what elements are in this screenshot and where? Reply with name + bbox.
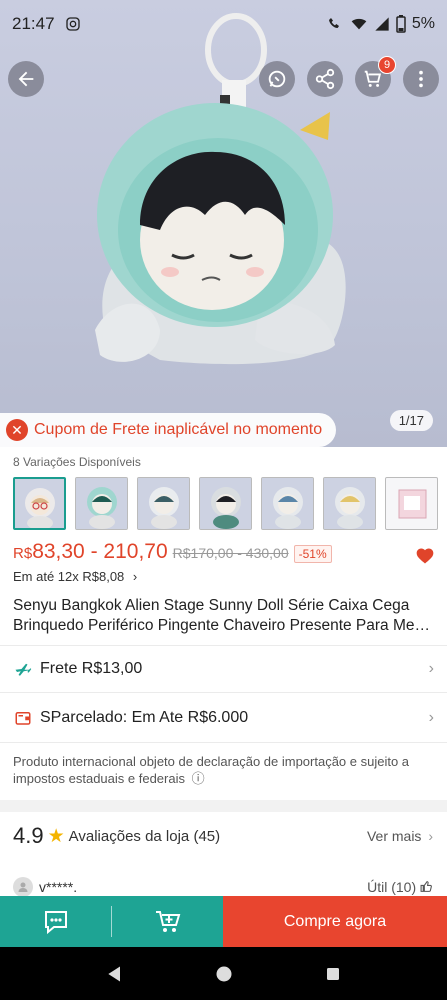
chevron-right-icon: ›	[132, 569, 138, 584]
share-button[interactable]	[307, 61, 343, 97]
wifi-icon	[351, 18, 367, 30]
share-icon	[315, 68, 335, 90]
shipping-row[interactable]: Frete R$13,00 ›	[0, 646, 447, 691]
cart-count-badge: 9	[378, 56, 396, 74]
add-cart-icon	[155, 910, 180, 932]
useful-button[interactable]: Útil (10)	[367, 879, 433, 895]
whatsapp-share-button[interactable]	[259, 61, 295, 97]
installment-text: Em até 12x R$8,08	[13, 569, 125, 584]
chevron-right-icon: ›	[428, 828, 433, 844]
back-button[interactable]	[8, 61, 44, 97]
installment-info[interactable]: Em até 12x R$8,08 ›	[13, 569, 137, 584]
store-rating-label: Avaliações da loja (45)	[68, 827, 221, 845]
variation-thumb[interactable]	[137, 477, 190, 530]
status-time: 21:47	[12, 14, 55, 33]
chat-button[interactable]	[0, 896, 111, 947]
info-icon[interactable]: ⓘ	[192, 771, 205, 786]
more-vertical-icon	[419, 70, 423, 88]
heart-icon[interactable]	[415, 546, 435, 566]
arrow-left-icon	[18, 71, 34, 87]
buy-now-button[interactable]: Compre agora	[223, 896, 447, 947]
variation-thumb[interactable]	[385, 477, 438, 530]
original-price: R$170,00 - 430,00	[172, 545, 289, 561]
variation-thumb[interactable]	[75, 477, 128, 530]
reviewer-name: v*****.	[39, 879, 78, 895]
store-rating-row: 4.9 ★ Avaliações da loja (45) Ver mais ›	[13, 823, 433, 849]
nav-home-icon[interactable]	[214, 964, 234, 984]
variation-thumb[interactable]	[13, 477, 66, 530]
bottom-action-bar: Compre agora	[0, 896, 447, 947]
battery-level: 5%	[411, 15, 435, 32]
price-currency: R$	[13, 545, 33, 562]
chevron-right-icon: ›	[428, 708, 434, 726]
star-icon: ★	[47, 825, 65, 847]
cart-button[interactable]: 9	[355, 56, 396, 97]
thumbs-up-icon	[420, 881, 432, 892]
close-circle-icon: ✕	[6, 419, 28, 441]
variation-thumb[interactable]	[199, 477, 252, 530]
image-page-indicator: 1/17	[389, 410, 433, 431]
user-icon	[18, 882, 28, 892]
status-bar: 21:47 5%	[0, 0, 447, 48]
price-range: R$83,30 - 210,70	[13, 540, 168, 564]
see-more-link[interactable]: Ver mais ›	[367, 828, 433, 844]
nav-back-icon[interactable]	[105, 964, 125, 984]
wifi-call-icon	[328, 18, 339, 28]
signal-icon	[375, 17, 389, 31]
see-more-label: Ver mais	[366, 828, 422, 844]
divider	[0, 742, 447, 743]
useful-label: Útil (10)	[367, 879, 417, 895]
system-nav-bar	[0, 947, 447, 1000]
store-rating-value: 4.9	[13, 823, 44, 848]
discount-badge: -51%	[293, 545, 332, 563]
installments-row[interactable]: SParcelado: Em Ate R$6.000 ›	[0, 693, 447, 742]
import-notice: Produto internacional objeto de declaraç…	[13, 753, 437, 787]
add-to-cart-button[interactable]	[112, 896, 223, 947]
section-separator	[0, 800, 447, 812]
review-preview: v*****. Útil (10)	[13, 877, 433, 897]
instagram-icon	[65, 17, 80, 31]
variation-thumb[interactable]	[323, 477, 376, 530]
product-image-carousel[interactable]: 9 1/17 ✕ Cupom de Frete inaplicável no m…	[0, 0, 447, 447]
variation-thumb[interactable]	[261, 477, 314, 530]
chevron-right-icon: ›	[428, 659, 434, 677]
product-title-line: Senyu Bangkok Alien Stage Sunny Doll Sér…	[13, 597, 410, 614]
whatsapp-icon	[268, 70, 286, 88]
avatar	[13, 877, 33, 897]
price-range-value: 83,30 - 210,70	[32, 540, 168, 563]
variations-label: 8 Variações Disponíveis	[13, 455, 141, 469]
import-notice-text: Produto internacional objeto de declaraç…	[13, 754, 410, 786]
more-options-button[interactable]	[403, 61, 439, 97]
coupon-text: Cupom de Frete inaplicável no momento	[34, 421, 323, 438]
price-row: R$83,30 - 210,70 R$170,00 - 430,00 -51%	[13, 540, 433, 564]
product-title-line: Brinquedo Periférico Pingente Chaveiro P…	[13, 617, 431, 634]
coupon-banner: ✕ Cupom de Frete inaplicável no momento	[0, 413, 336, 447]
shipping-label: Frete R$13,00	[40, 659, 143, 677]
battery-icon	[396, 15, 406, 33]
variation-thumbnails	[13, 477, 447, 530]
action-separator	[111, 896, 112, 947]
product-title: Senyu Bangkok Alien Stage Sunny Doll Sér…	[13, 596, 437, 636]
airplane-icon	[13, 659, 33, 679]
chat-icon	[44, 910, 67, 934]
wallet-icon	[13, 708, 33, 728]
nav-recents-icon[interactable]	[324, 965, 342, 983]
installments-label: SParcelado: Em Ate R$6.000	[40, 708, 249, 726]
